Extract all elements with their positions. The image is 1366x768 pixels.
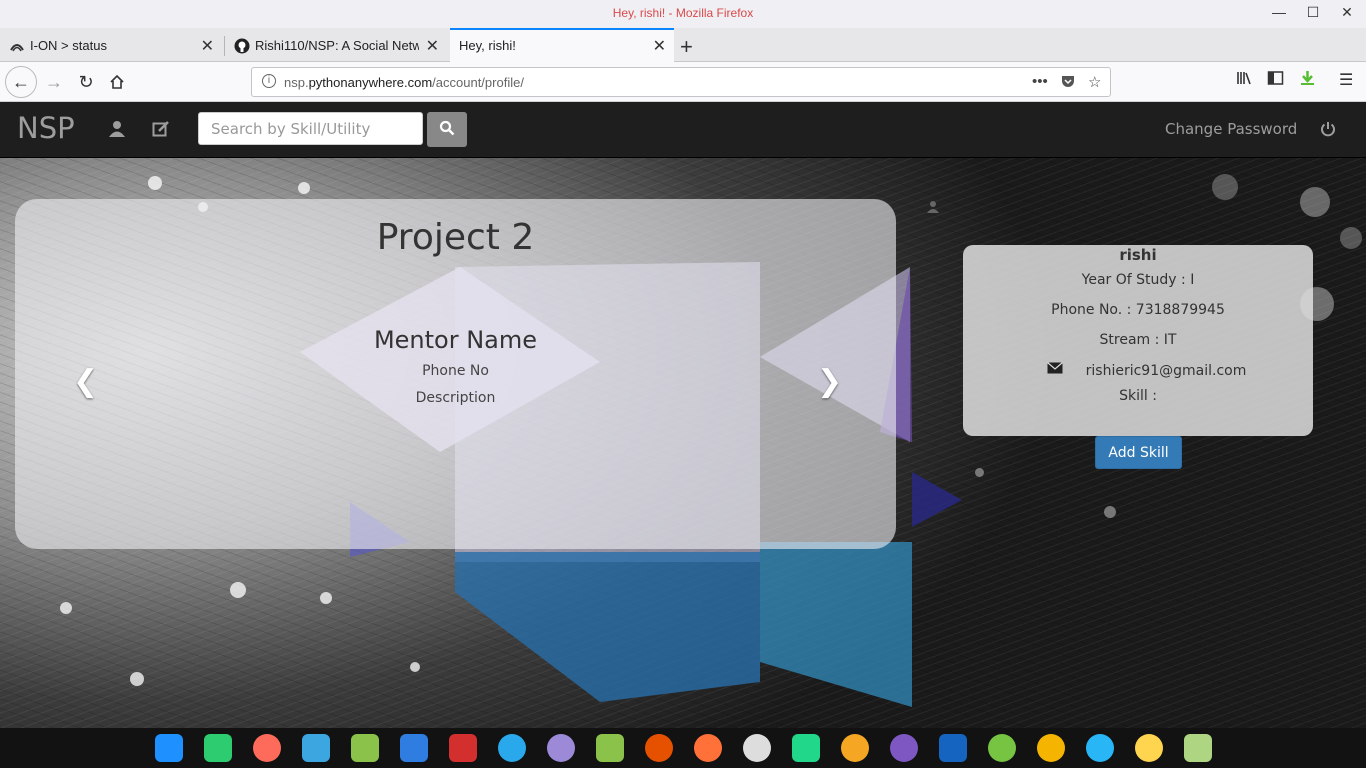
android-icon[interactable] xyxy=(596,734,624,762)
time-icon[interactable] xyxy=(1135,734,1163,762)
project-carousel: Project 2 Mentor Name Phone No Descripti… xyxy=(15,199,896,549)
tab-label: I-ON > status xyxy=(30,38,107,53)
bokeh-dot xyxy=(1212,174,1238,200)
music-icon[interactable] xyxy=(351,734,379,762)
project-title: Project 2 xyxy=(376,217,535,258)
bokeh-dot xyxy=(130,672,144,686)
menu-icon[interactable]: ☰ xyxy=(1339,70,1353,90)
close-window-button[interactable]: ✕ xyxy=(1334,4,1360,24)
profile-card: rishi Year Of Study : I Phone No. : 7318… xyxy=(963,245,1313,436)
file-manager-icon[interactable] xyxy=(204,734,232,762)
close-tab-icon[interactable]: ✕ xyxy=(201,36,214,56)
bokeh-dot xyxy=(1340,227,1362,249)
close-tab-icon[interactable]: ✕ xyxy=(653,36,666,56)
github-icon xyxy=(234,38,250,54)
add-skill-button[interactable]: Add Skill xyxy=(1095,436,1182,469)
power-off-icon[interactable] xyxy=(988,734,1016,762)
profile-email[interactable]: rishieric91@gmail.com xyxy=(991,363,1341,379)
maximize-button[interactable]: ☐ xyxy=(1300,4,1326,24)
system-monitor-icon[interactable] xyxy=(939,734,967,762)
minimize-button[interactable]: — xyxy=(1266,4,1292,24)
app-navbar: NSP Change Password xyxy=(0,102,1366,158)
firefox-icon[interactable] xyxy=(694,734,722,762)
power-icon[interactable] xyxy=(1320,121,1336,137)
home-icon[interactable] xyxy=(103,68,131,96)
tab-ion-status[interactable]: I-ON > status ✕ xyxy=(0,30,222,62)
media-player-icon[interactable] xyxy=(890,734,918,762)
carousel-prev-icon[interactable]: ❮ xyxy=(73,364,98,399)
video-icon[interactable] xyxy=(400,734,428,762)
bokeh-dot xyxy=(60,602,72,614)
profile-phone: Phone No. : 7318879945 xyxy=(1051,302,1225,318)
terminal-icon[interactable] xyxy=(449,734,477,762)
profile-skill: Skill : xyxy=(1119,388,1157,404)
bokeh-dot xyxy=(148,176,162,190)
mentor-phone: Phone No xyxy=(422,363,489,379)
launcher-icon[interactable] xyxy=(155,734,183,762)
tab-profile[interactable]: Hey, rishi! ✕ xyxy=(450,28,674,62)
profile-avatar-icon xyxy=(927,201,939,213)
profile-stream: Stream : IT xyxy=(1099,332,1177,348)
desktop-taskbar xyxy=(0,728,1366,768)
library-icon[interactable] xyxy=(1236,70,1253,91)
app-store-icon[interactable] xyxy=(302,734,330,762)
change-password-link[interactable]: Change Password xyxy=(1165,120,1297,138)
pocket-icon[interactable] xyxy=(1060,73,1076,93)
wifi-icon[interactable] xyxy=(1086,734,1114,762)
browser-navbar: ← → ↻ i nsp.pythonanywhere.com/account/p… xyxy=(0,62,1366,102)
network-tool-icon[interactable] xyxy=(743,734,771,762)
search-button[interactable] xyxy=(427,112,467,147)
mentor-name: Mentor Name xyxy=(373,326,538,354)
download-icon[interactable] xyxy=(1299,70,1316,91)
bokeh-dot xyxy=(298,182,310,194)
reload-icon[interactable]: ↻ xyxy=(72,68,100,96)
new-tab-icon[interactable]: + xyxy=(680,34,693,60)
sidebar-icon[interactable] xyxy=(1267,70,1284,91)
carousel-next-icon[interactable]: ❯ xyxy=(817,364,842,399)
close-tab-icon[interactable]: ✕ xyxy=(426,36,439,56)
back-button[interactable]: ← xyxy=(5,66,37,98)
project-description: Description xyxy=(415,390,496,406)
brand-logo[interactable]: NSP xyxy=(17,111,75,145)
pycharm-icon[interactable] xyxy=(792,734,820,762)
bokeh-dot xyxy=(230,582,246,598)
site-info-icon[interactable]: i xyxy=(262,74,276,88)
tab-github-nsp[interactable]: Rishi110/NSP: A Social Netwo ✕ xyxy=(225,30,447,62)
profile-year: Year Of Study : I xyxy=(1081,272,1195,288)
search-input[interactable] xyxy=(198,112,423,145)
telegram-icon[interactable] xyxy=(498,734,526,762)
trash-icon[interactable] xyxy=(1184,734,1212,762)
edit-icon[interactable] xyxy=(152,120,170,138)
screen-recorder-icon[interactable] xyxy=(253,734,281,762)
url-text[interactable]: nsp.pythonanywhere.com/account/profile/ xyxy=(284,75,524,90)
window-title: Hey, rishi! - Mozilla Firefox xyxy=(612,6,754,20)
forward-button[interactable]: → xyxy=(40,68,68,96)
ion-favicon-icon xyxy=(10,44,24,52)
page-actions-icon[interactable]: ••• xyxy=(1032,73,1048,90)
bokeh-dot xyxy=(1104,506,1116,518)
bokeh-dot xyxy=(1300,187,1330,217)
search-icon xyxy=(439,120,455,136)
page-content: NSP Change Password Project 2 Mentor Nam… xyxy=(0,102,1366,728)
window-titlebar: Hey, rishi! - Mozilla Firefox — ☐ ✕ xyxy=(0,0,1366,28)
weather-icon[interactable] xyxy=(841,734,869,762)
url-bar[interactable]: i nsp.pythonanywhere.com/account/profile… xyxy=(251,67,1111,97)
tab-label: Rishi110/NSP: A Social Netwo xyxy=(255,38,419,53)
tab-label: Hey, rishi! xyxy=(459,38,516,53)
clock-app-icon[interactable] xyxy=(1037,734,1065,762)
update-icon[interactable] xyxy=(645,734,673,762)
user-icon[interactable] xyxy=(108,120,126,138)
settings-icon[interactable] xyxy=(547,734,575,762)
bookmark-star-icon[interactable]: ☆ xyxy=(1088,73,1101,91)
profile-name: rishi xyxy=(1119,246,1157,264)
